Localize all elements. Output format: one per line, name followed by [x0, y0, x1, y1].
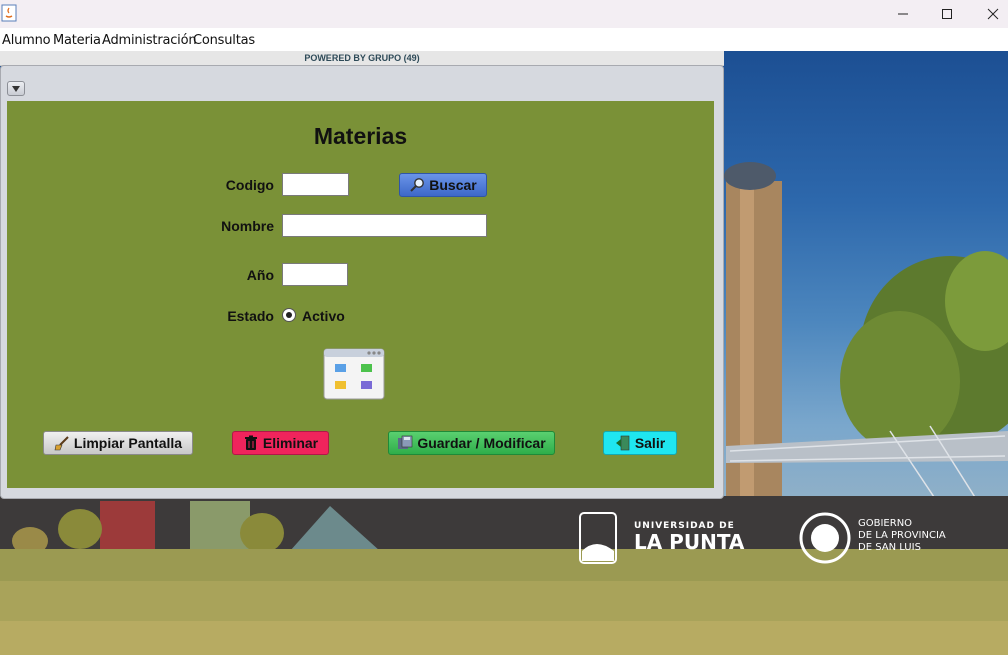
- logo-universidad-line2: LA PUNTA: [634, 530, 745, 554]
- limpiar-label: Limpiar Pantalla: [73, 435, 183, 451]
- list-window-icon[interactable]: [323, 348, 385, 400]
- powered-by-label: POWERED BY GRUPO (49): [0, 51, 724, 66]
- estado-label: Estado: [227, 308, 274, 324]
- logo-universidad: UNIVERSIDAD DE LA PUNTA: [634, 521, 744, 553]
- maximize-icon: [942, 9, 952, 19]
- trash-icon: [244, 435, 257, 450]
- menu-bar: Alumno Materia Administración Consultas: [0, 28, 1008, 51]
- salir-label: Salir: [634, 435, 666, 451]
- title-bar: [0, 0, 1008, 28]
- exit-door-icon: [615, 435, 630, 451]
- nombre-input[interactable]: [282, 214, 487, 237]
- menu-consultas[interactable]: Consultas: [193, 33, 255, 48]
- menu-administracion[interactable]: Administración: [102, 33, 197, 48]
- anio-label: Año: [246, 267, 274, 283]
- close-icon: [987, 8, 999, 20]
- menu-materia[interactable]: Materia: [53, 33, 101, 48]
- maximize-button[interactable]: [924, 0, 970, 28]
- salir-button[interactable]: Salir: [603, 431, 677, 455]
- estado-activo-radio[interactable]: [282, 308, 296, 322]
- logo-gobierno-line1: GOBIERNO: [858, 518, 913, 529]
- logo-gobierno-line3: DE SAN LUIS: [858, 542, 921, 553]
- broom-icon: [54, 436, 69, 451]
- logo-gobierno: GOBIERNO DE LA PROVINCIA DE SAN LUIS: [858, 518, 946, 554]
- limpiar-pantalla-button[interactable]: Limpiar Pantalla: [43, 431, 193, 455]
- guardar-label: Guardar / Modificar: [417, 435, 546, 451]
- anio-input[interactable]: [282, 263, 348, 286]
- guardar-modificar-button[interactable]: Guardar / Modificar: [388, 431, 555, 455]
- materias-form-panel: Materias Codigo Buscar Nombre Año Estado…: [7, 101, 714, 488]
- buscar-label: Buscar: [429, 177, 477, 193]
- logo-gobierno-line2: DE LA PROVINCIA: [858, 530, 946, 541]
- estado-activo-label: Activo: [302, 308, 345, 324]
- menu-alumno[interactable]: Alumno: [2, 33, 51, 48]
- java-app-icon: [1, 4, 17, 22]
- collapse-button[interactable]: [7, 81, 25, 96]
- save-icon: [398, 435, 413, 449]
- materias-internal-frame: Materias Codigo Buscar Nombre Año Estado…: [0, 65, 724, 499]
- eliminar-label: Eliminar: [262, 435, 319, 451]
- magnifier-icon: [410, 178, 425, 192]
- buscar-button[interactable]: Buscar: [399, 173, 487, 197]
- eliminar-button[interactable]: Eliminar: [232, 431, 329, 455]
- close-button[interactable]: [970, 0, 1008, 28]
- minimize-button[interactable]: [880, 0, 926, 28]
- form-title: Materias: [313, 123, 408, 149]
- minimize-icon: [898, 13, 908, 15]
- triangle-down-icon: [12, 85, 20, 92]
- codigo-input[interactable]: [282, 173, 349, 196]
- codigo-label: Codigo: [225, 177, 274, 193]
- nombre-label: Nombre: [221, 218, 274, 234]
